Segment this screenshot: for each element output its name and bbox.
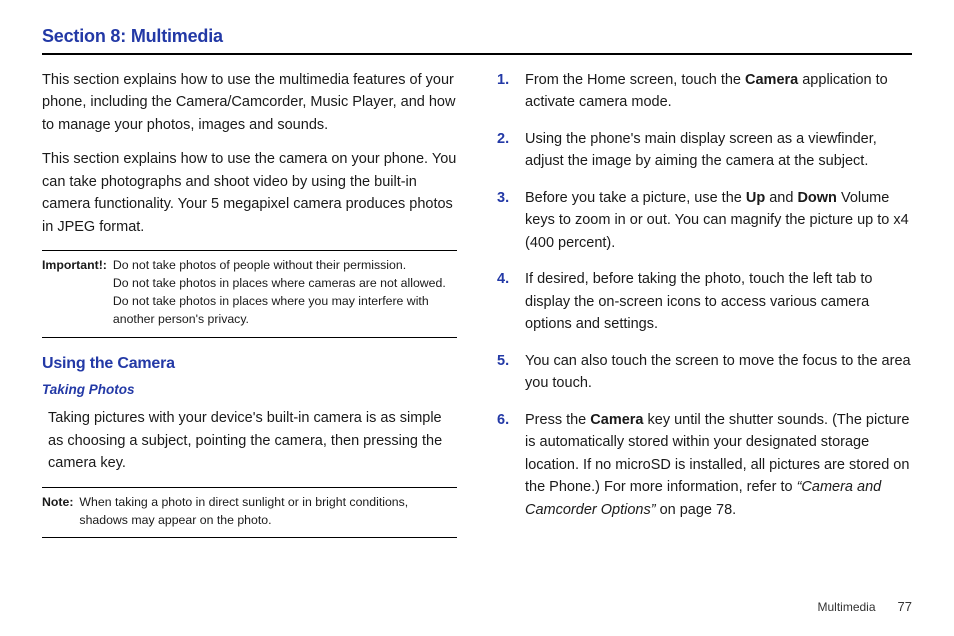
step-2: Using the phone's main display screen as… — [497, 128, 912, 173]
important-label: Important!: — [42, 257, 107, 328]
step-3-bold-up: Up — [746, 190, 765, 206]
intro-paragraph-1: This section explains how to use the mul… — [42, 69, 457, 136]
step-6-bold: Camera — [590, 412, 643, 428]
taking-photos-heading: Taking Photos — [42, 380, 457, 401]
step-1-bold: Camera — [745, 72, 798, 88]
note-box: Note: When taking a photo in direct sunl… — [42, 487, 457, 539]
step-5-text: You can also touch the screen to move th… — [525, 353, 911, 391]
step-3-bold-down: Down — [797, 190, 836, 206]
step-6: Press the Camera key until the shutter s… — [497, 409, 912, 521]
section-title: Section 8: Multimedia — [42, 26, 912, 47]
left-column: This section explains how to use the mul… — [42, 69, 457, 552]
step-3: Before you take a picture, use the Up an… — [497, 187, 912, 254]
content-columns: This section explains how to use the mul… — [42, 69, 912, 552]
step-6-text-a: Press the — [525, 412, 590, 428]
using-camera-heading: Using the Camera — [42, 352, 457, 377]
step-5: You can also touch the screen to move th… — [497, 350, 912, 395]
page-footer: Multimedia 77 — [818, 599, 913, 614]
note-label: Note: — [42, 494, 73, 530]
important-box: Important!: Do not take photos of people… — [42, 250, 457, 337]
step-3-text-a: Before you take a picture, use the — [525, 190, 746, 206]
footer-page-number: 77 — [898, 599, 912, 614]
right-column: From the Home screen, touch the Camera a… — [497, 69, 912, 552]
step-1-text-a: From the Home screen, touch the — [525, 72, 745, 88]
note-body: When taking a photo in direct sunlight o… — [79, 494, 457, 530]
step-6-text-e: on page 78. — [656, 502, 737, 518]
step-2-text: Using the phone's main display screen as… — [525, 131, 877, 169]
step-4-text: If desired, before taking the photo, tou… — [525, 271, 872, 332]
intro-paragraph-2: This section explains how to use the cam… — [42, 148, 457, 238]
taking-photos-body: Taking pictures with your device's built… — [48, 407, 457, 474]
footer-chapter: Multimedia — [818, 600, 876, 614]
step-1: From the Home screen, touch the Camera a… — [497, 69, 912, 114]
important-body: Do not take photos of people without the… — [113, 257, 457, 328]
section-rule — [42, 53, 912, 55]
step-4: If desired, before taking the photo, tou… — [497, 268, 912, 335]
steps-list: From the Home screen, touch the Camera a… — [497, 69, 912, 521]
step-3-text-c: and — [765, 190, 797, 206]
